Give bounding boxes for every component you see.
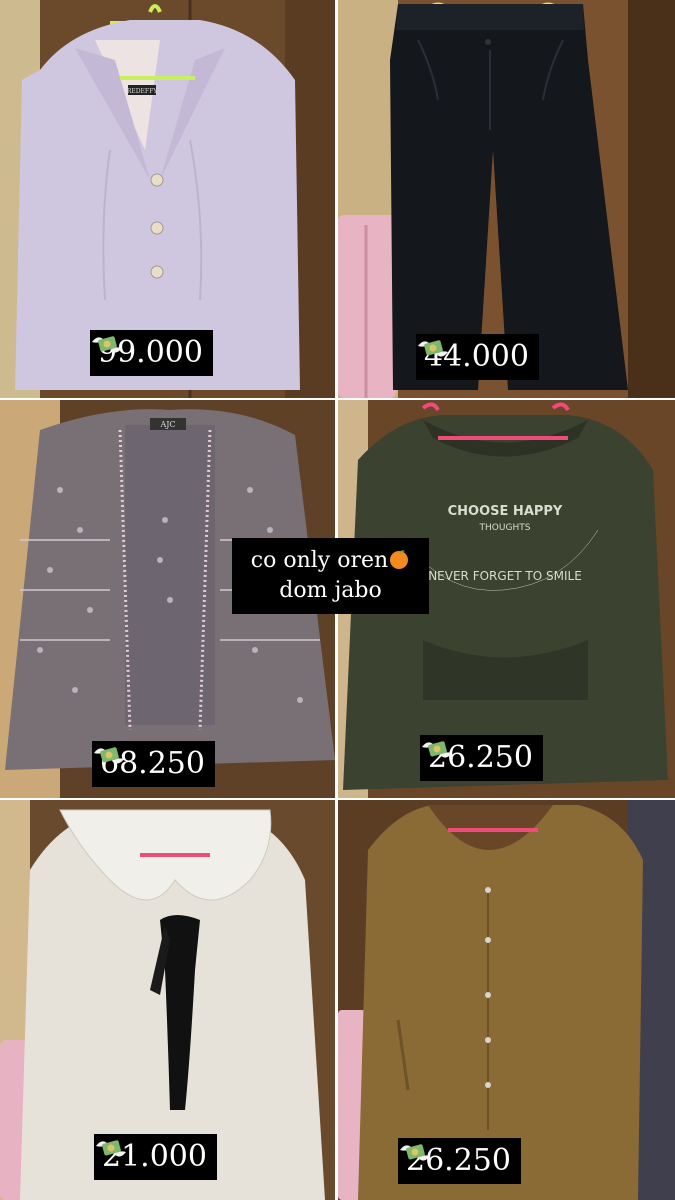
price-tag-green-sweatshirt: 26.250 — [420, 735, 543, 781]
money-with-wings-icon — [422, 741, 452, 758]
sweatshirt-print-line1: CHOOSE HAPPY — [448, 504, 563, 519]
price-tag-lilac-blazer: 99.000 — [90, 330, 213, 376]
product-grid: REDEFFY 99.000 44.000 AJC 68.250 CHOOSE … — [0, 0, 675, 1200]
checkout-note: co only oren dom jabo — [232, 538, 429, 614]
money-with-wings-icon — [94, 747, 124, 764]
blazer-brand-label: REDEFFY — [127, 88, 158, 95]
price-tag-white-collar-blouse: 21.000 — [94, 1134, 217, 1180]
money-with-wings-icon — [92, 336, 122, 353]
photo-black-trousers: 44.000 — [338, 0, 675, 398]
money-with-wings-icon — [418, 340, 448, 357]
note-line-1-text: co only oren — [250, 548, 389, 573]
money-with-wings-icon — [96, 1140, 126, 1157]
note-line-1: co only oren — [238, 546, 423, 576]
price-tag-black-trousers: 44.000 — [416, 334, 539, 380]
sweatshirt-print-line3: NEVER FORGET TO SMILE — [428, 569, 582, 583]
photo-white-collar-blouse: 21.000 — [0, 800, 335, 1200]
sweatshirt-print-line2: THOUGHTS — [479, 523, 531, 533]
note-line-2: dom jabo — [279, 578, 382, 603]
price-tag-brown-button-blouse: 26.250 — [398, 1138, 521, 1184]
money-with-wings-icon — [400, 1144, 430, 1161]
photo-lilac-blazer: REDEFFY 99.000 — [0, 0, 335, 398]
photo-brown-button-blouse: 26.250 — [338, 800, 675, 1200]
orange-fruit-icon — [390, 550, 409, 569]
price-tag-grey-embroidered-set: 68.250 — [92, 741, 215, 787]
set-brand-label: AJC — [159, 420, 175, 429]
